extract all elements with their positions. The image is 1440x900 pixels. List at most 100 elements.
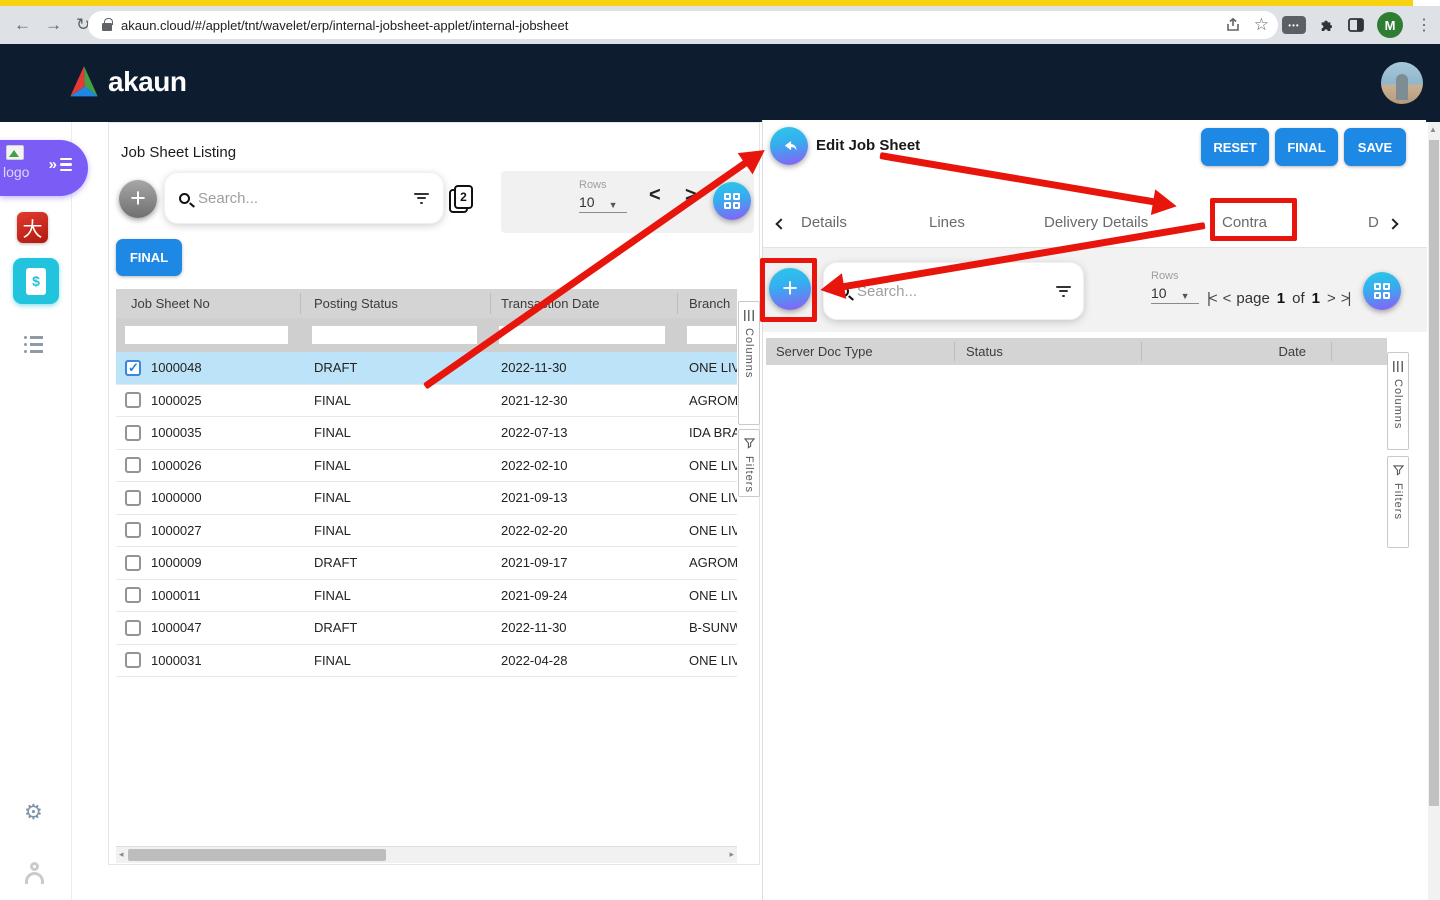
extensions-puzzle-icon[interactable] — [1319, 17, 1335, 33]
cell-branch: B-SUNWA — [689, 620, 737, 635]
password-extension-icon[interactable]: ••• — [1282, 16, 1306, 34]
edit-title: Edit Job Sheet — [816, 137, 920, 154]
search-filter-icon[interactable] — [414, 193, 429, 204]
tab-lines[interactable]: Lines — [929, 214, 965, 231]
duplicate-pages-icon[interactable]: 2 — [449, 185, 475, 215]
sidebar-collapse-icon[interactable]: » — [49, 157, 72, 172]
page-scrollbar[interactable]: ▲ — [1428, 122, 1440, 900]
browser-back-icon[interactable]: ← — [14, 15, 31, 35]
profile-person-icon[interactable] — [25, 862, 45, 884]
col-header-job-sheet-no[interactable]: Job Sheet No — [131, 296, 210, 311]
scrollbar-thumb[interactable] — [1429, 140, 1439, 806]
cell-job-sheet-no: 1000026 — [151, 458, 296, 473]
col-header-status[interactable]: Status — [966, 344, 1003, 359]
tabs-scroll-right-icon[interactable] — [1387, 218, 1398, 229]
search-filter-icon[interactable] — [1056, 286, 1071, 297]
listing-final-button[interactable]: FINAL — [116, 239, 182, 276]
browser-profile-avatar[interactable]: M — [1377, 12, 1403, 38]
sidebar-app-red[interactable]: 大 — [17, 212, 48, 243]
table-row[interactable]: 1000000 FINAL 2021-09-13 ONE LIVIN — [116, 482, 737, 515]
rows-label: Rows — [1151, 270, 1199, 282]
browser-menu-icon[interactable]: ⋮ — [1416, 15, 1432, 35]
brand-logo[interactable]: akaun — [66, 64, 186, 100]
listing-prev-page-icon[interactable]: < — [649, 184, 661, 207]
cell-job-sheet-no: 1000047 — [151, 620, 296, 635]
row-checkbox[interactable] — [125, 652, 141, 668]
scroll-left-icon[interactable]: ◂ — [119, 849, 124, 860]
filter-transaction-date[interactable] — [498, 325, 666, 345]
back-button[interactable] — [770, 127, 808, 165]
prev-page-icon[interactable]: < — [1223, 290, 1230, 307]
cell-transaction-date: 2022-02-10 — [501, 458, 671, 473]
table-row[interactable]: 1000025 FINAL 2021-12-30 AGROMA — [116, 385, 737, 418]
table-body: 1000048 DRAFT 2022-11-30 ONE LIVIN 10000… — [116, 352, 737, 677]
listing-add-button[interactable]: + — [119, 180, 157, 218]
row-checkbox[interactable] — [125, 555, 141, 571]
tab-documents-clipped[interactable]: D — [1368, 214, 1379, 231]
cell-posting-status: FINAL — [314, 523, 484, 538]
user-avatar[interactable] — [1381, 62, 1423, 104]
contra-rows-select[interactable]: Rows 10▼ — [1151, 270, 1199, 304]
contra-grid-view-button[interactable] — [1363, 272, 1401, 310]
doc-dollar-icon: $ — [26, 268, 46, 295]
filter-posting-status[interactable] — [311, 325, 478, 345]
bookmark-star-icon[interactable]: ☆ — [1254, 15, 1269, 35]
col-header-branch[interactable]: Branch — [689, 296, 730, 311]
contra-columns-tab[interactable]: Columns — [1387, 352, 1409, 450]
row-checkbox[interactable] — [125, 392, 141, 408]
sidebar-list-icon[interactable] — [24, 336, 43, 353]
row-checkbox[interactable] — [125, 490, 141, 506]
address-bar[interactable]: akaun.cloud/#/applet/tnt/wavelet/erp/int… — [88, 11, 1278, 39]
listing-columns-tab[interactable]: Columns — [738, 301, 760, 425]
scrollbar-thumb[interactable] — [128, 849, 386, 861]
last-page-icon[interactable]: >| — [1341, 290, 1350, 307]
tab-details[interactable]: Details — [801, 214, 847, 231]
table-row[interactable]: 1000011 FINAL 2021-09-24 ONE LIVIN — [116, 580, 737, 613]
table-row[interactable]: 1000047 DRAFT 2022-11-30 B-SUNWA — [116, 612, 737, 645]
row-checkbox[interactable] — [125, 425, 141, 441]
listing-filters-tab[interactable]: Filters — [738, 429, 760, 497]
col-header-posting-status[interactable]: Posting Status — [314, 296, 398, 311]
row-checkbox[interactable] — [125, 360, 141, 376]
horizontal-scrollbar[interactable]: ◂ ▸ — [116, 846, 737, 863]
first-page-icon[interactable]: |< — [1207, 290, 1216, 307]
sidebar-app-jobsheet[interactable]: $ — [13, 258, 59, 304]
filter-branch[interactable] — [686, 325, 737, 345]
brand-name: akaun — [108, 66, 186, 98]
columns-tab-label: Columns — [1392, 379, 1404, 429]
cell-transaction-date: 2021-09-17 — [501, 555, 671, 570]
table-row[interactable]: 1000009 DRAFT 2021-09-17 AGROMA — [116, 547, 737, 580]
share-icon[interactable] — [1225, 17, 1241, 33]
listing-search-input[interactable] — [198, 190, 414, 207]
table-row[interactable]: 1000026 FINAL 2022-02-10 ONE LIVIN — [116, 450, 737, 483]
browser-forward-icon[interactable]: → — [45, 15, 62, 35]
settings-gear-icon[interactable]: ⚙ — [24, 800, 43, 825]
row-checkbox[interactable] — [125, 522, 141, 538]
side-panel-icon[interactable] — [1348, 18, 1364, 32]
table-row[interactable]: 1000031 FINAL 2022-04-28 ONE LIVIN — [116, 645, 737, 678]
reset-button[interactable]: RESET — [1201, 128, 1269, 166]
final-button[interactable]: FINAL — [1275, 128, 1338, 166]
contra-search-input[interactable] — [857, 283, 1056, 300]
table-row[interactable]: 1000035 FINAL 2022-07-13 IDA BRAN — [116, 417, 737, 450]
listing-grid-view-button[interactable] — [713, 182, 751, 220]
tab-delivery-details[interactable]: Delivery Details — [1044, 214, 1148, 231]
contra-filters-tab[interactable]: Filters — [1387, 456, 1409, 548]
next-page-icon[interactable]: > — [1327, 290, 1334, 307]
save-button[interactable]: SAVE — [1344, 128, 1406, 166]
annotation-box-add-button — [760, 258, 817, 322]
col-header-date[interactable]: Date — [1266, 344, 1306, 359]
listing-rows-select[interactable]: Rows 10▼ — [579, 179, 627, 213]
tabs-scroll-left-icon[interactable] — [775, 218, 786, 229]
table-row[interactable]: 1000027 FINAL 2022-02-20 ONE LIVIN — [116, 515, 737, 548]
row-checkbox[interactable] — [125, 620, 141, 636]
sidebar-logo-pill[interactable]: logo » — [0, 140, 88, 196]
filter-job-sheet-no[interactable] — [124, 325, 289, 345]
job-sheet-listing-panel: Job Sheet Listing + 2 Rows 10▼ < > FINAL… — [108, 122, 760, 865]
row-checkbox[interactable] — [125, 457, 141, 473]
scroll-right-icon[interactable]: ▸ — [729, 849, 734, 860]
url-text: akaun.cloud/#/applet/tnt/wavelet/erp/int… — [121, 18, 568, 33]
row-checkbox[interactable] — [125, 587, 141, 603]
scroll-up-icon[interactable]: ▲ — [1429, 125, 1437, 134]
col-header-server-doc-type[interactable]: Server Doc Type — [776, 344, 873, 359]
